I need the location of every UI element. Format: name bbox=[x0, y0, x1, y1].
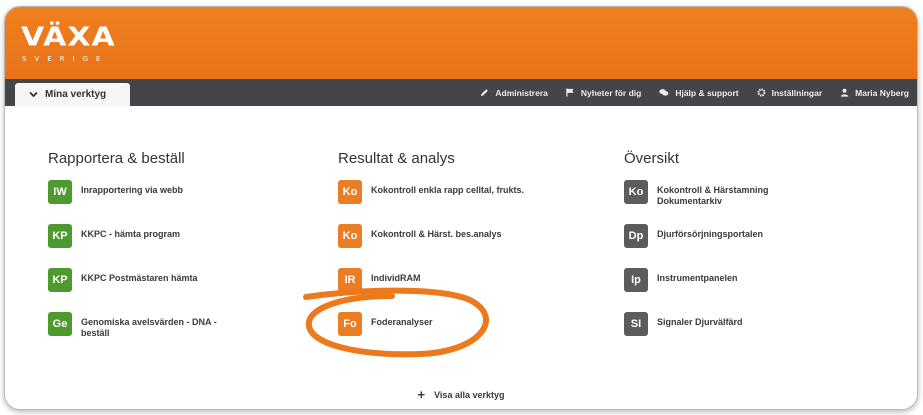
tool-label: Kokontroll & Härst. bes.analys bbox=[371, 229, 502, 239]
nav-label: Maria Nyberg bbox=[855, 87, 909, 98]
column-title: Rapportera & beställ bbox=[48, 150, 185, 167]
tool-badge: Ko bbox=[338, 180, 362, 204]
nav-nyheter[interactable]: Nyheter för dig bbox=[566, 88, 641, 98]
app-window: VÄXA SVERIGE Mina verktyg Administrera N… bbox=[4, 6, 918, 410]
tool-item[interactable]: Ko Kokontroll enkla rapp celltal, frukts… bbox=[338, 180, 591, 224]
tool-label: Instrumentpanelen bbox=[657, 273, 738, 283]
tool-item[interactable]: IW Inrapportering via webb bbox=[48, 180, 261, 224]
logo-wordmark: VÄXA bbox=[21, 22, 116, 53]
tool-badge: Ko bbox=[338, 224, 362, 248]
tool-label: Foderanalyser bbox=[371, 317, 433, 327]
tool-badge: Ge bbox=[48, 312, 72, 336]
column-rapportera: Rapportera & beställ IW Inrapportering v… bbox=[48, 150, 261, 356]
tab-label: Mina verktyg bbox=[45, 89, 107, 100]
nav-user[interactable]: Maria Nyberg bbox=[840, 88, 909, 98]
gear-icon bbox=[757, 88, 766, 97]
flag-icon bbox=[566, 88, 574, 97]
tool-label: Genomiska avelsvärden - DNA - beställ bbox=[81, 317, 217, 338]
nav-label: Nyheter för dig bbox=[580, 87, 642, 98]
tool-item[interactable]: Ko Kokontroll & Härst. bes.analys bbox=[338, 224, 591, 268]
tool-item[interactable]: IR IndividRAM bbox=[338, 268, 591, 312]
nav-administrera[interactable]: Administrera bbox=[480, 87, 548, 98]
show-all-tools-link[interactable]: + Visa alla verktyg bbox=[5, 387, 917, 402]
tool-label: Djurförsörjningsportalen bbox=[657, 229, 764, 239]
column-title: Resultat & analys bbox=[338, 150, 455, 167]
tool-label: KKPC - hämta program bbox=[81, 229, 181, 239]
tool-badge: KP bbox=[48, 268, 72, 292]
nav-label: Administrera bbox=[495, 87, 548, 98]
tool-item[interactable]: Ko Kokontroll & Härstamning Dokumentarki… bbox=[624, 180, 857, 224]
tool-label: Inrapportering via webb bbox=[81, 185, 184, 195]
pencil-icon bbox=[481, 89, 489, 97]
logo-subtitle: SVERIGE bbox=[22, 55, 109, 63]
tab-mina-verktyg[interactable]: Mina verktyg bbox=[15, 83, 130, 106]
tool-item[interactable]: Ip Instrumentpanelen bbox=[624, 268, 857, 312]
tool-badge: KP bbox=[48, 224, 72, 248]
tool-badge: IW bbox=[48, 180, 72, 204]
header-bar: VÄXA SVERIGE bbox=[5, 7, 917, 79]
tool-item[interactable]: Ge Genomiska avelsvärden - DNA - beställ bbox=[48, 312, 261, 356]
top-navbar: Mina verktyg Administrera Nyheter för di… bbox=[5, 79, 917, 106]
chat-bubbles-icon bbox=[659, 89, 669, 96]
tool-item[interactable]: KP KKPC Postmästaren hämta bbox=[48, 268, 261, 312]
tool-item[interactable]: Dp Djurförsörjningsportalen bbox=[624, 224, 857, 268]
tool-item[interactable]: KP KKPC - hämta program bbox=[48, 224, 261, 268]
column-title: Översikt bbox=[624, 150, 680, 167]
tool-badge: Ip bbox=[624, 268, 648, 292]
tool-label: KKPC Postmästaren hämta bbox=[81, 273, 198, 283]
tool-badge: IR bbox=[338, 268, 362, 292]
tool-label: Kokontroll & Härstamning Dokumentarkiv bbox=[657, 185, 769, 206]
tool-badge: Fo bbox=[338, 312, 362, 336]
nav-label: Hjälp & support bbox=[675, 87, 739, 98]
vaxa-logo[interactable]: VÄXA SVERIGE bbox=[21, 25, 116, 63]
show-all-label: Visa alla verktyg bbox=[434, 389, 505, 400]
column-resultat: Resultat & analys Ko Kokontroll enkla ra… bbox=[338, 150, 591, 356]
tool-badge: Dp bbox=[624, 224, 648, 248]
tools-panel: Rapportera & beställ IW Inrapportering v… bbox=[5, 106, 917, 409]
tool-label: Signaler Djurvälfärd bbox=[657, 317, 743, 327]
tool-badge: SI bbox=[624, 312, 648, 336]
tool-item-foderanalyser[interactable]: Fo Foderanalyser bbox=[338, 312, 591, 356]
tool-label: IndividRAM bbox=[371, 273, 421, 283]
tool-label: Kokontroll enkla rapp celltal, frukts. bbox=[371, 185, 525, 195]
tool-badge: Ko bbox=[624, 180, 648, 204]
tool-item[interactable]: SI Signaler Djurvälfärd bbox=[624, 312, 857, 356]
plus-icon: + bbox=[417, 387, 426, 402]
user-icon bbox=[840, 88, 849, 97]
chevron-down-icon bbox=[29, 91, 38, 98]
nav-label: Inställningar bbox=[771, 87, 823, 98]
column-oversikt: Översikt Ko Kokontroll & Härstamning Dok… bbox=[624, 150, 857, 356]
nav-menu: Administrera Nyheter för dig Hjälp & sup… bbox=[480, 79, 909, 106]
nav-installningar[interactable]: Inställningar bbox=[757, 87, 823, 98]
nav-hjalp-support[interactable]: Hjälp & support bbox=[659, 87, 739, 98]
